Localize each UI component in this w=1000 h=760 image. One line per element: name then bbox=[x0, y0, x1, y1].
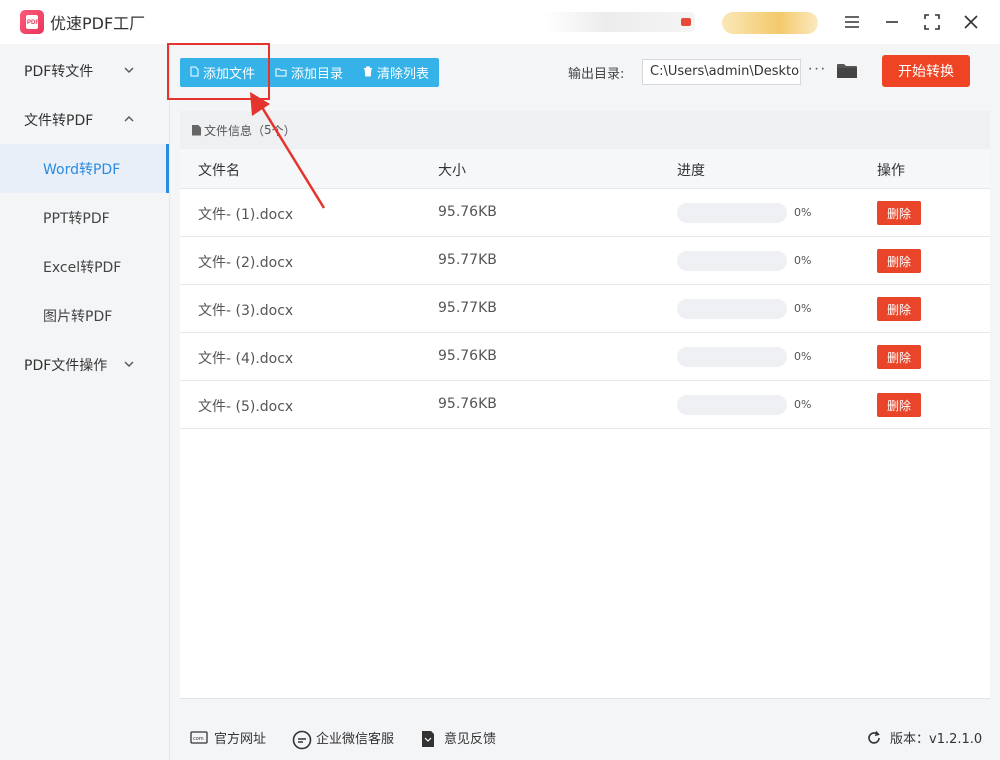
sidebar-group-pdf-operations[interactable]: PDF文件操作 bbox=[0, 340, 169, 389]
file-info-header: 文件信息（ 5 个） bbox=[180, 111, 990, 149]
column-header-progress: 进度 bbox=[677, 163, 705, 179]
file-info-label: 文件信息（ bbox=[204, 123, 265, 138]
sidebar-item-image-to-pdf[interactable]: 图片转PDF bbox=[0, 291, 169, 340]
folder-icon bbox=[275, 66, 287, 80]
refresh-icon bbox=[866, 730, 884, 746]
maximize-icon[interactable] bbox=[920, 10, 944, 34]
progress-bar bbox=[677, 395, 787, 415]
file-size: 95.76KB bbox=[438, 204, 497, 220]
title-bar: PDF 优速PDF工厂 bbox=[0, 0, 1000, 44]
progress-bar bbox=[677, 203, 787, 223]
output-dir-field[interactable]: C:\Users\admin\Desktop bbox=[642, 59, 801, 85]
minimize-icon[interactable] bbox=[880, 10, 904, 34]
file-name: 文件- (2).docx bbox=[198, 255, 294, 271]
feedback-link[interactable]: 意见反馈 bbox=[420, 728, 496, 747]
sidebar-item-excel-to-pdf[interactable]: Excel转PDF bbox=[0, 242, 169, 291]
delete-button[interactable]: 删除 bbox=[877, 249, 921, 273]
chevron-up-icon bbox=[124, 111, 134, 125]
version-label: 版本：v1.2.1.0 bbox=[890, 732, 983, 747]
sidebar-group-label: PDF文件操作 bbox=[24, 357, 108, 374]
file-list-panel: 文件信息（ 5 个） 文件名 大小 进度 操作 文件- (1).docx 95.7… bbox=[180, 111, 990, 699]
progress-bar bbox=[677, 347, 787, 367]
sidebar: PDF转文件 文件转PDF Word转PDF PPT转PDF Excel转PDF… bbox=[0, 44, 170, 760]
file-size: 95.76KB bbox=[438, 348, 497, 364]
file-name: 文件- (4).docx bbox=[198, 351, 294, 367]
sidebar-group-file-to-pdf[interactable]: 文件转PDF bbox=[0, 95, 169, 144]
progress-bar bbox=[677, 299, 787, 319]
progress-bar bbox=[677, 251, 787, 271]
file-info-suffix: 个） bbox=[271, 123, 296, 138]
wechat-service-link[interactable]: 企业微信客服 bbox=[292, 728, 395, 749]
file-size: 95.76KB bbox=[438, 396, 497, 412]
website-icon: com bbox=[190, 730, 208, 746]
progress-text: 0% bbox=[794, 398, 812, 411]
progress-text: 0% bbox=[794, 350, 812, 363]
file-name: 文件- (3).docx bbox=[198, 303, 294, 319]
toolbar: 添加文件 添加目录 清除列表 输出目录: C:\Users\admin\Desk… bbox=[171, 44, 1000, 100]
official-website-label: 官方网址 bbox=[214, 732, 267, 747]
annotation-highlight-box bbox=[167, 43, 270, 100]
wechat-service-label: 企业微信客服 bbox=[316, 732, 395, 747]
file-name: 文件- (1).docx bbox=[198, 207, 294, 223]
column-header-name: 文件名 bbox=[198, 163, 240, 179]
table-row: 文件- (5).docx 95.76KB 0% 删除 bbox=[180, 381, 990, 429]
promo-banner[interactable] bbox=[545, 12, 695, 32]
progress-text: 0% bbox=[794, 302, 812, 315]
more-options-button[interactable]: ··· bbox=[807, 58, 827, 84]
table-row: 文件- (2).docx 95.77KB 0% 删除 bbox=[180, 237, 990, 285]
delete-button[interactable]: 删除 bbox=[877, 393, 921, 417]
feedback-label: 意见反馈 bbox=[444, 732, 497, 747]
feedback-icon bbox=[420, 730, 438, 747]
add-folder-button[interactable]: 添加目录 bbox=[265, 58, 353, 87]
file-name: 文件- (5).docx bbox=[198, 399, 294, 415]
file-icon bbox=[192, 124, 201, 136]
table-row: 文件- (3).docx 95.77KB 0% 删除 bbox=[180, 285, 990, 333]
sidebar-group-pdf-to-file[interactable]: PDF转文件 bbox=[0, 46, 169, 95]
sidebar-item-word-to-pdf[interactable]: Word转PDF bbox=[0, 144, 169, 193]
open-folder-icon[interactable] bbox=[837, 63, 857, 79]
file-count: 5 bbox=[264, 123, 272, 137]
table-row: 文件- (4).docx 95.76KB 0% 删除 bbox=[180, 333, 990, 381]
start-convert-button[interactable]: 开始转换 bbox=[882, 55, 970, 87]
vip-badge[interactable] bbox=[722, 12, 818, 34]
app-title: 优速PDF工厂 bbox=[50, 14, 146, 33]
menu-icon[interactable] bbox=[840, 10, 864, 34]
file-size: 95.77KB bbox=[438, 300, 497, 316]
sidebar-group-label: 文件转PDF bbox=[24, 112, 94, 129]
version-info[interactable]: 版本：v1.2.1.0 bbox=[866, 728, 982, 747]
delete-button[interactable]: 删除 bbox=[877, 297, 921, 321]
official-website-link[interactable]: com 官方网址 bbox=[190, 728, 266, 747]
chat-icon bbox=[292, 730, 312, 749]
delete-button[interactable]: 删除 bbox=[877, 201, 921, 225]
table-header: 文件名 大小 进度 操作 bbox=[180, 149, 990, 189]
chevron-down-icon bbox=[124, 356, 134, 370]
clear-list-button[interactable]: 清除列表 bbox=[353, 58, 439, 87]
delete-button[interactable]: 删除 bbox=[877, 345, 921, 369]
progress-text: 0% bbox=[794, 206, 812, 219]
table-row: 文件- (1).docx 95.76KB 0% 删除 bbox=[180, 189, 990, 237]
footer-bar: com 官方网址 企业微信客服 意见反馈 版本：v1.2.1.0 bbox=[171, 712, 1000, 760]
add-folder-label: 添加目录 bbox=[291, 67, 344, 82]
svg-text:com: com bbox=[193, 736, 204, 742]
clear-list-label: 清除列表 bbox=[377, 67, 430, 82]
column-header-action: 操作 bbox=[877, 163, 905, 179]
sidebar-item-ppt-to-pdf[interactable]: PPT转PDF bbox=[0, 193, 169, 242]
column-header-size: 大小 bbox=[438, 163, 466, 179]
app-logo-icon: PDF bbox=[20, 10, 44, 34]
progress-text: 0% bbox=[794, 254, 812, 267]
output-dir-label: 输出目录: bbox=[568, 67, 625, 82]
sidebar-group-label: PDF转文件 bbox=[24, 63, 94, 80]
close-icon[interactable] bbox=[959, 10, 983, 34]
trash-icon bbox=[363, 66, 373, 80]
file-size: 95.77KB bbox=[438, 252, 497, 268]
chevron-down-icon bbox=[124, 62, 134, 76]
